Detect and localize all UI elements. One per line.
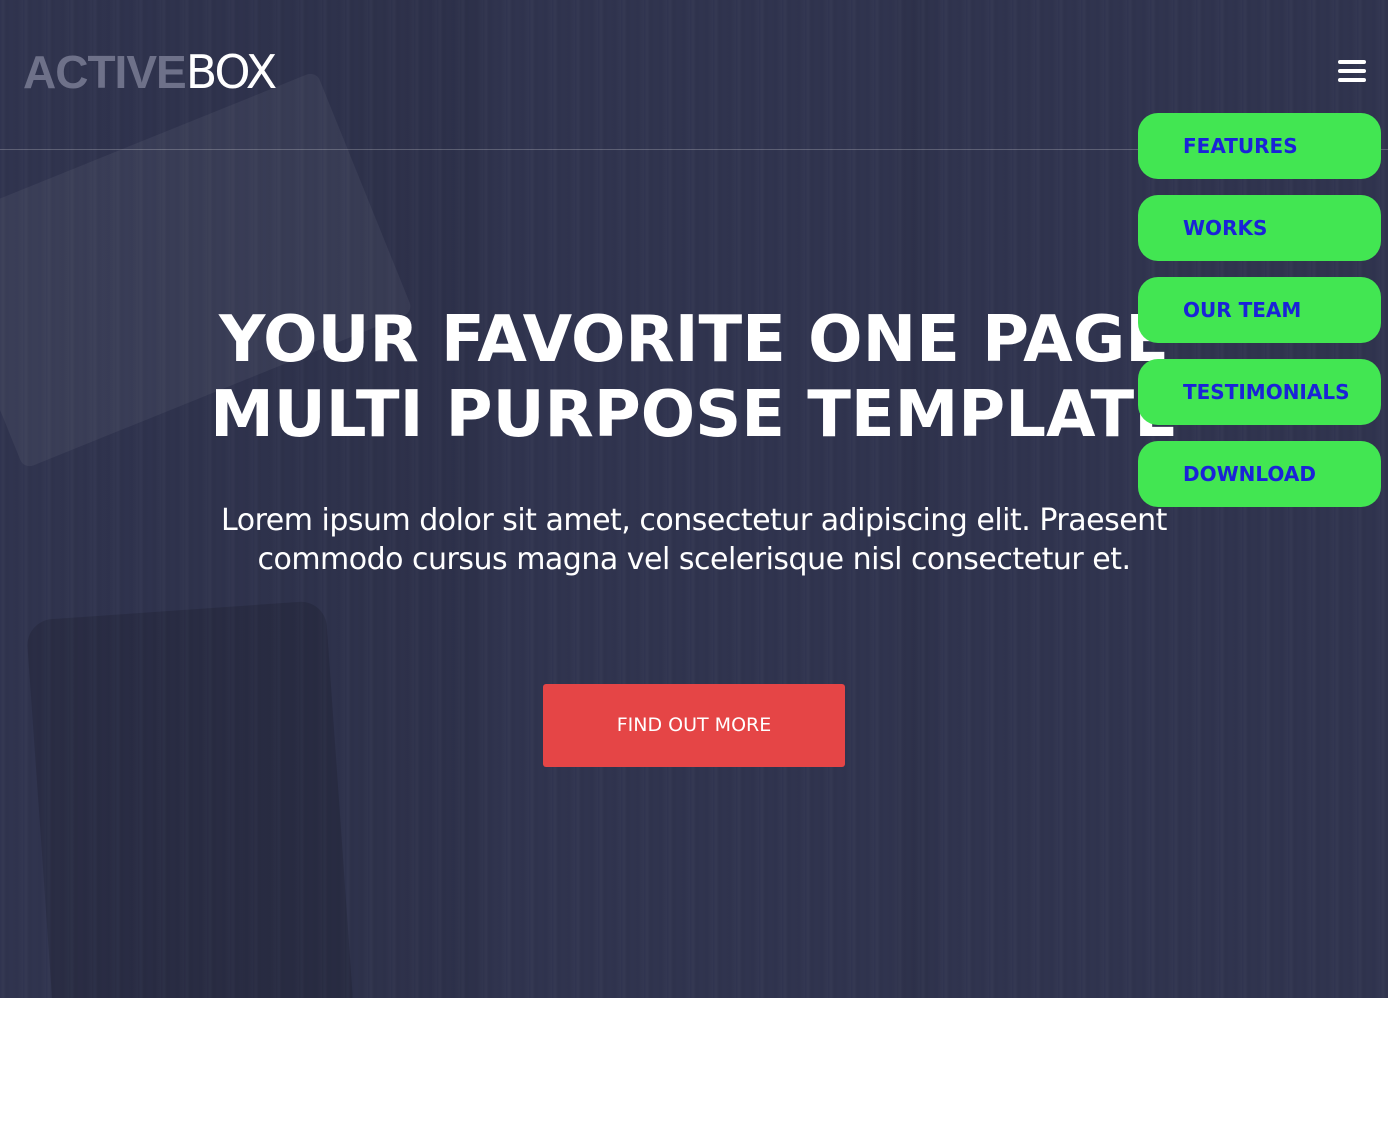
hamburger-bar: [1338, 60, 1366, 64]
hamburger-menu-icon[interactable]: [1338, 60, 1366, 86]
menu-item-works[interactable]: WORKS: [1138, 195, 1381, 261]
logo[interactable]: ACTIVEBOX: [23, 45, 278, 99]
hero-subtitle-line-1: Lorem ipsum dolor sit amet, consectetur …: [221, 503, 1167, 538]
menu-item-our-team[interactable]: OUR TEAM: [1138, 277, 1381, 343]
hero-subtitle-line-2: commodo cursus magna vel scelerisque nis…: [257, 542, 1131, 577]
menu-item-features[interactable]: FEATURES: [1138, 113, 1381, 179]
hamburger-bar: [1338, 78, 1366, 82]
hero-section: ACTIVEBOX YOUR FAVORITE ONE PAGE MULTI P…: [0, 0, 1388, 998]
logo-text-active: ACTIVE: [23, 46, 187, 98]
find-out-more-button[interactable]: FIND OUT MORE: [543, 684, 845, 767]
dropdown-nav-menu: FEATURES WORKS OUR TEAM TESTIMONIALS DOW…: [1138, 113, 1381, 523]
logo-text-box: BOX: [185, 45, 278, 99]
hamburger-bar: [1338, 69, 1366, 73]
menu-item-testimonials[interactable]: TESTIMONIALS: [1138, 359, 1381, 425]
menu-item-download[interactable]: DOWNLOAD: [1138, 441, 1381, 507]
background-phone-shape: [25, 600, 355, 998]
